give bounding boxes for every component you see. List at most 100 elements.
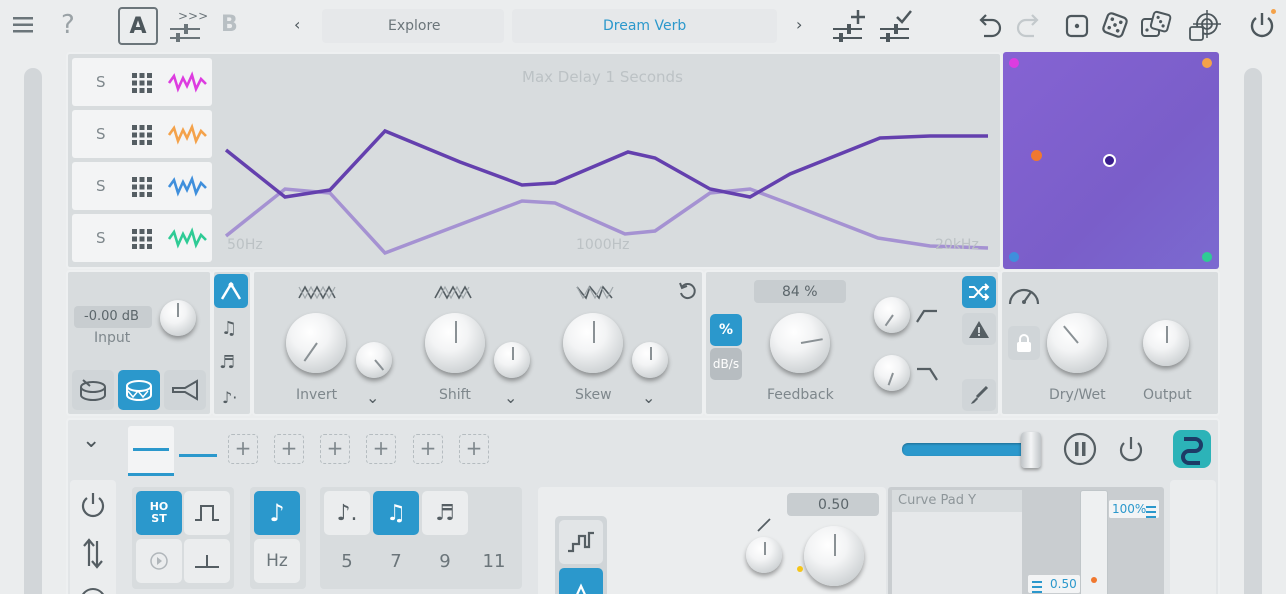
random-die-5-icon[interactable] [1102,12,1128,38]
lfo-power-icon[interactable] [1117,434,1145,468]
add-tab-icon[interactable]: + [274,434,304,464]
add-tab-icon[interactable]: + [320,434,350,464]
target-dice-icon[interactable] [1187,10,1221,42]
lfo-tab-1[interactable] [128,426,174,476]
step-wave-button[interactable] [559,520,603,564]
retrigger-button[interactable] [184,539,230,583]
percent-button[interactable]: % [710,314,742,346]
add-tab-icon[interactable]: + [413,434,443,464]
xy-pad[interactable] [1003,52,1219,269]
handle-icon[interactable] [1146,503,1156,522]
invert-wave-icon [298,284,336,304]
random-dice-icon[interactable] [1140,10,1172,40]
skew-wave-icon [576,284,614,304]
shift-knob[interactable] [425,313,485,373]
invert-chevron-icon[interactable]: ⌄ [366,388,379,407]
corner-dot-green [1202,252,1212,262]
lfo-tab-2[interactable] [179,454,217,457]
hz-rate-button[interactable]: Hz [254,539,300,583]
lowpass-icon [916,366,938,385]
delay-curve-graph[interactable] [0,0,1000,270]
feedback-label: Feedback [767,387,834,403]
orange-handle[interactable] [1031,150,1042,161]
corner-dot-blue [1009,252,1019,262]
add-tab-icon[interactable]: + [228,434,258,464]
collapse-chevron-icon[interactable]: ⌄ [82,428,100,453]
invert-label: Invert [296,387,338,403]
input-value: -0.00 dB [84,309,139,324]
warning-button[interactable] [962,313,996,345]
curve-wave-button[interactable] [559,568,603,594]
brush-button[interactable] [962,379,996,411]
invert-knob[interactable] [286,313,346,373]
lfo-small-knob[interactable] [746,537,782,573]
handle-icon[interactable] [1032,578,1042,594]
pause-icon[interactable] [1063,432,1097,470]
shift-depth-knob[interactable] [494,342,530,378]
max-value: 100% [1112,502,1147,516]
note-icon[interactable]: ♫ [221,318,237,339]
min-value: 0.50 [1050,577,1077,591]
skew-depth-knob[interactable] [632,342,668,378]
host-line-2: ST [151,512,167,525]
division-5-button[interactable]: 5 [324,539,370,583]
output-knob[interactable] [1143,320,1189,366]
right-scrollbar[interactable] [1244,68,1262,594]
slider-mod-dot [1091,577,1097,583]
curve-pad-label: Curve Pad Y [898,493,977,508]
plugin-logo-icon[interactable] [1173,430,1211,468]
dotted-note-icon[interactable]: ♪· [222,388,237,407]
straight-division-button[interactable]: ♫ [373,491,419,535]
lowpass-knob[interactable] [874,355,910,391]
status-dot [1271,9,1276,14]
reset-icon[interactable] [678,282,696,304]
skew-chevron-icon[interactable]: ⌄ [642,388,655,407]
feedback-panel [704,270,1000,416]
division-7-button[interactable]: 7 [373,539,419,583]
freq-label-mid: 1000Hz [576,237,630,253]
host-sync-button[interactable]: HO ST [136,491,182,535]
skew-knob[interactable] [563,313,623,373]
lock-button[interactable] [1008,326,1040,360]
invert-depth-knob[interactable] [356,342,392,378]
feedback-knob[interactable] [770,313,830,373]
note-rate-button[interactable]: ♪ [254,491,300,535]
dry-wet-knob[interactable] [1047,313,1107,373]
highpass-knob[interactable] [874,297,910,333]
lfo-enable-icon[interactable] [80,490,106,522]
drum-button[interactable] [72,370,114,410]
dotted-division-button[interactable]: ♪. [324,491,370,535]
freq-label-low: 50Hz [227,237,263,253]
curve-dark [224,128,988,199]
meter-icon[interactable] [1006,280,1042,314]
skew-label: Skew [575,387,612,403]
shift-chevron-icon[interactable]: ⌄ [504,388,517,407]
lfo-main-knob[interactable] [804,526,864,586]
random-die-1-icon[interactable] [1065,14,1089,38]
curve-shape-button[interactable] [214,274,248,308]
triplet-icon[interactable]: ♬ [219,352,235,373]
corner-dot-orange [1202,58,1212,68]
add-tab-icon[interactable]: + [366,434,396,464]
horn-button[interactable] [164,370,206,410]
feedback-value: 84 % [782,284,818,300]
division-9-button[interactable]: 9 [422,539,468,583]
power-icon[interactable] [1249,11,1275,39]
gate-button[interactable] [184,491,230,535]
input-knob[interactable] [160,300,196,336]
shift-label: Shift [439,387,471,403]
shuffle-button[interactable] [962,276,996,308]
play-mode-button[interactable] [136,539,182,583]
xy-cursor[interactable] [1103,154,1116,167]
add-tab-icon[interactable]: + [459,434,489,464]
dry-wet-label: Dry/Wet [1049,387,1106,403]
division-11-button[interactable]: 11 [471,539,517,583]
dbs-button[interactable]: dB/s [710,348,742,380]
input-label: Input [94,330,131,346]
lfo-amount-slider[interactable] [902,443,1028,456]
redo-icon[interactable] [1016,12,1042,38]
triplet-division-button[interactable]: ♬ [422,491,468,535]
slider-handle[interactable] [1021,432,1041,468]
marching-drum-button[interactable] [118,370,160,410]
swap-icon[interactable] [82,538,104,574]
